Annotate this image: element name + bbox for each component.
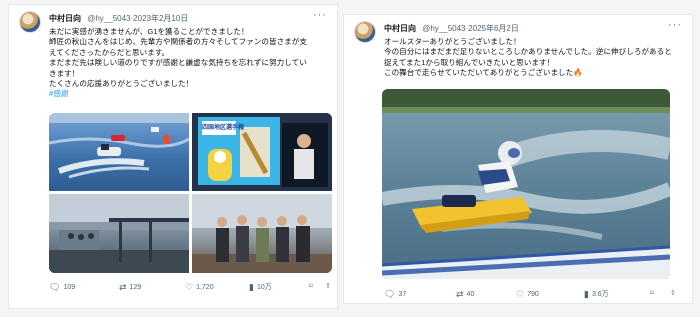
author-handle[interactable]: @hy__5043 <box>422 24 465 33</box>
photo-group[interactable] <box>192 194 332 273</box>
text-line: 今の自分にはまだまだ足りないところしかありませんでした。逆に伸びしろがあると <box>384 47 672 57</box>
post-date[interactable]: 2023年2月10日 <box>133 14 188 23</box>
text-line: きます！ <box>49 68 80 78</box>
share-icon[interactable]: ⇧ <box>325 282 331 290</box>
tweet-card-2[interactable]: 中村日向 @hy__5043·2025年6月2日 ··· オールスターありがとう… <box>343 14 693 304</box>
text-line: まだまだ先は険しい道のりですが感謝と謙虚な気持ちを忘れずに努力してい <box>49 58 307 68</box>
text-line: オールスターありがとうございました！ <box>384 37 521 46</box>
repost-button[interactable]: ⇄ 40 <box>456 289 474 300</box>
reply-icon: 🗨 <box>384 289 396 299</box>
repost-icon: ⇄ <box>456 289 464 299</box>
reply-button[interactable]: 🗨 109 <box>49 282 75 293</box>
heart-icon: ♡ <box>516 289 525 299</box>
bookmark-icon[interactable]: ⌑ <box>650 289 654 297</box>
reply-count: 109 <box>63 284 76 291</box>
repost-count: 129 <box>129 284 142 291</box>
post-date[interactable]: 2025年6月2日 <box>468 24 519 33</box>
photo-victory-banner[interactable]: 四国地区選手権 <box>192 113 332 191</box>
avatar[interactable] <box>19 11 41 33</box>
heart-icon: ♡ <box>185 282 194 292</box>
text-line: 師匠の秋山さんをはじめ、先輩方や関係者の方々そしてファンの皆さまが支 <box>49 37 307 47</box>
tweet-text: 未だに実感が湧きませんが、G1を獲ることができました！ 師匠の秋山さんをはじめ、… <box>49 27 307 100</box>
tweet-text: オールスターありがとうございました！ 今の自分にはまだまだ足りないところしかあり… <box>384 37 672 79</box>
like-count: 1,720 <box>196 284 214 291</box>
author-name[interactable]: 中村日向 <box>384 24 416 33</box>
like-count: 790 <box>527 291 539 298</box>
view-count: 10万 <box>256 284 272 291</box>
reply-button[interactable]: 🗨 37 <box>384 289 406 300</box>
more-icon[interactable]: ··· <box>313 9 327 21</box>
photo-pier[interactable] <box>49 194 189 273</box>
banner-text: 四国地区選手権 <box>202 125 245 131</box>
more-icon[interactable]: ··· <box>668 19 682 31</box>
reply-count: 37 <box>398 291 407 298</box>
photo-boat-race[interactable] <box>49 113 189 191</box>
author-line: 中村日向 @hy__5043·2025年6月2日 <box>384 23 519 34</box>
action-bar: 🗨 109 ⇄ 129 ♡ 1,720 ▮ 10万 ⌑ ⇧ <box>47 282 331 294</box>
photo-grid[interactable]: 四国地区選手権 <box>49 113 332 273</box>
bookmark-icon[interactable]: ⌑ <box>309 282 313 290</box>
like-button[interactable]: ♡ 1,720 <box>185 282 214 293</box>
author-line: 中村日向 @hy__5043·2023年2月10日 <box>49 13 188 24</box>
views-button[interactable]: ▮ 10万 <box>249 282 272 293</box>
author-handle[interactable]: @hy__5043 <box>87 14 130 23</box>
text-line: 捉えてまた1から取り組んでいきたいと思います！ <box>384 57 555 67</box>
reply-icon: 🗨 <box>49 282 61 292</box>
action-bar: 🗨 37 ⇄ 40 ♡ 790 ▮ 3.6万 ⌑ ⇧ <box>382 289 684 301</box>
avatar[interactable] <box>354 21 376 43</box>
view-count: 3.6万 <box>591 291 609 298</box>
views-chart-icon: ▮ <box>249 282 254 292</box>
like-button[interactable]: ♡ 790 <box>516 289 539 300</box>
share-icon[interactable]: ⇧ <box>670 289 676 297</box>
views-chart-icon: ▮ <box>584 289 589 299</box>
text-line: 未だに実感が湧きませんが、G1を獲ることができました！ <box>49 27 249 36</box>
hashtag-link[interactable]: #感謝 <box>49 89 307 99</box>
repost-icon: ⇄ <box>119 282 127 292</box>
views-button[interactable]: ▮ 3.6万 <box>584 289 609 300</box>
repost-count: 40 <box>466 291 475 298</box>
text-line: たくさんの応援ありがとうございました！ <box>49 79 194 89</box>
author-name[interactable]: 中村日向 <box>49 14 81 23</box>
repost-button[interactable]: ⇄ 129 <box>119 282 141 293</box>
tweet-card-1[interactable]: 中村日向 @hy__5043·2023年2月10日 ··· 未だに実感が湧きませ… <box>8 4 338 309</box>
text-line: この舞台で走らせていただいてありがとうございました🔥 <box>384 68 583 78</box>
text-line: えてくださったからだと思います。 <box>49 47 170 57</box>
photo-boat[interactable] <box>382 89 670 279</box>
